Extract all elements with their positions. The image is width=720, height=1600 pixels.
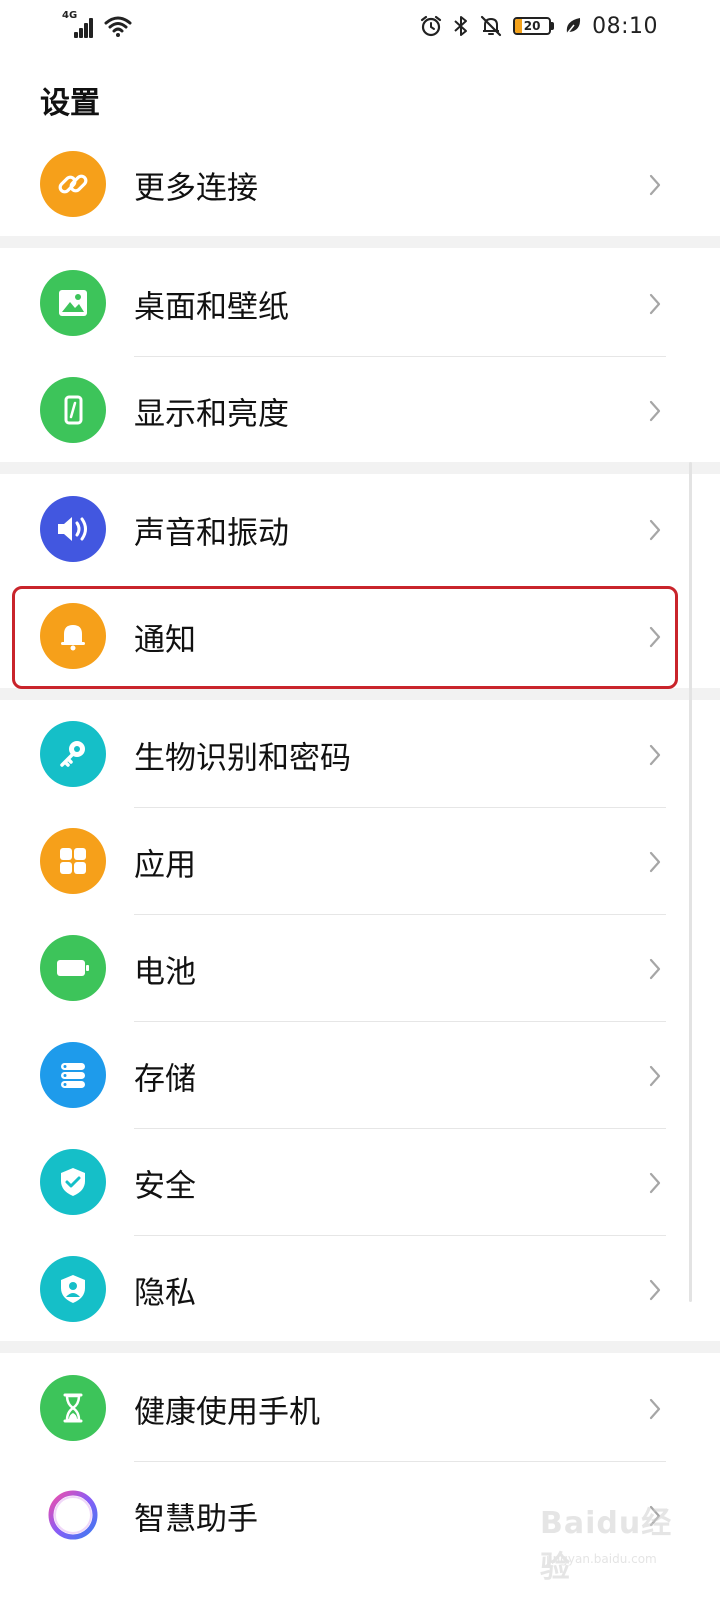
chevron-right-icon (649, 400, 661, 421)
chevron-right-icon (649, 1279, 661, 1300)
settings-item-label: 生物识别和密码 (134, 740, 351, 776)
settings-item-apps[interactable]: 应用 (0, 808, 720, 915)
settings-item-battery[interactable]: 电池 (0, 915, 720, 1022)
watermark-logo: Baidu经验 (540, 1506, 673, 1585)
chevron-right-icon (649, 293, 661, 314)
chevron-right-icon (649, 851, 661, 872)
chevron-right-icon (649, 1172, 661, 1193)
settings-item-biometrics-password[interactable]: 生物识别和密码 (0, 701, 720, 808)
settings-item-label: 存储 (134, 1061, 196, 1097)
settings-item-sound-vibration[interactable]: 声音和振动 (0, 476, 720, 583)
phone-brightness-icon (40, 377, 106, 443)
hourglass-icon (40, 1375, 106, 1441)
bluetooth-icon (454, 16, 468, 36)
apps-grid-icon (40, 828, 106, 894)
settings-item-digital-balance[interactable]: 健康使用手机 (0, 1355, 720, 1462)
settings-item-security[interactable]: 安全 (0, 1129, 720, 1236)
power-saving-leaf-icon (565, 18, 581, 36)
watermark: Baidu经验 jingyan.baidu.com (540, 1490, 700, 1585)
status-bar: 4G 20 08:10 (0, 0, 720, 52)
settings-item-label: 智慧助手 (134, 1501, 258, 1537)
settings-item-display-brightness[interactable]: 显示和亮度 (0, 357, 720, 464)
key-icon (40, 721, 106, 787)
network-type: 4G (62, 10, 78, 21)
settings-item-privacy[interactable]: 隐私 (0, 1236, 720, 1343)
settings-group-connections: 更多连接 (0, 131, 720, 238)
chevron-right-icon (649, 744, 661, 765)
settings-item-label: 隐私 (134, 1275, 196, 1311)
highlight-box (12, 586, 678, 689)
mute-bell-icon (480, 15, 502, 37)
battery-level: 20 (523, 19, 541, 33)
settings-item-label: 健康使用手机 (134, 1394, 320, 1430)
chevron-right-icon (649, 1398, 661, 1419)
page-title: 设置 (40, 86, 100, 121)
settings-item-label: 安全 (134, 1168, 196, 1204)
settings-item-label: 声音和振动 (134, 515, 289, 551)
speaker-icon (40, 496, 106, 562)
chevron-right-icon (649, 958, 661, 979)
battery-icon (40, 935, 106, 1001)
privacy-icon (40, 1256, 106, 1322)
chevron-right-icon (649, 519, 661, 540)
chevron-right-icon (649, 1065, 661, 1086)
battery-icon: 20 (513, 17, 555, 35)
settings-item-label: 显示和亮度 (134, 396, 289, 432)
link-icon (40, 151, 106, 217)
settings-item-label: 应用 (134, 847, 196, 883)
settings-group-display: 桌面和壁纸 显示和亮度 (0, 250, 720, 464)
clock: 08:10 (592, 13, 658, 39)
settings-group-security-apps: 生物识别和密码 应用 电池 存储 安全 隐私 (0, 701, 720, 1343)
assistant-ring-icon (40, 1482, 106, 1548)
alarm-icon (420, 15, 442, 37)
chevron-right-icon (649, 174, 661, 195)
settings-item-more-connections[interactable]: 更多连接 (0, 131, 720, 238)
settings-item-label: 桌面和壁纸 (134, 289, 289, 325)
shield-check-icon (40, 1149, 106, 1215)
settings-item-label: 更多连接 (134, 170, 258, 206)
watermark-url: jingyan.baidu.com (546, 1552, 657, 1566)
settings-item-home-wallpaper[interactable]: 桌面和壁纸 (0, 250, 720, 357)
signal-icon: 4G (62, 10, 94, 38)
image-icon (40, 270, 106, 336)
wifi-icon (104, 16, 132, 37)
settings-item-storage[interactable]: 存储 (0, 1022, 720, 1129)
settings-item-label: 电池 (134, 954, 196, 990)
scrollbar[interactable] (689, 462, 692, 1302)
storage-icon (40, 1042, 106, 1108)
